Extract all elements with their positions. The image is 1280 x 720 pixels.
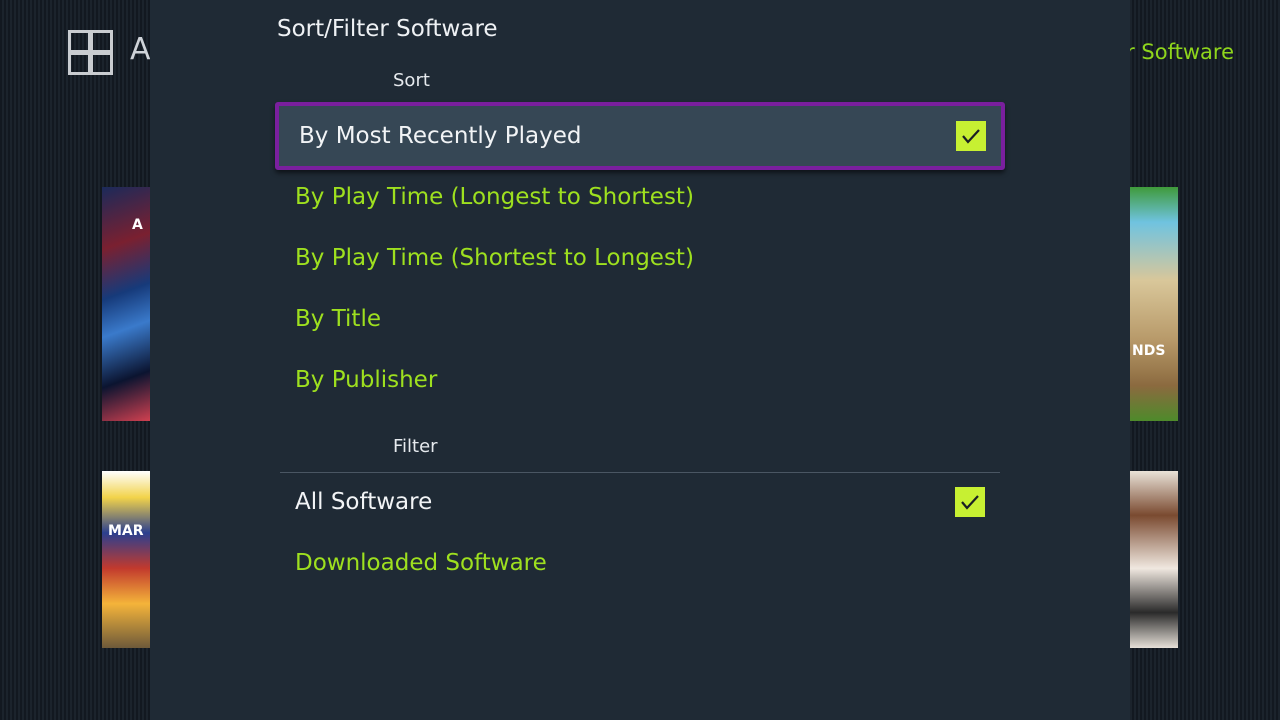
dialog-title: Sort/Filter Software xyxy=(277,16,498,42)
option-label: By Play Time (Longest to Shortest) xyxy=(295,184,694,210)
sort-option-publisher[interactable]: By Publisher xyxy=(280,350,1000,410)
game-tile-text: NDS xyxy=(1132,343,1166,359)
game-tile-right-1: NDS xyxy=(1130,187,1178,421)
all-software-grid-icon xyxy=(68,30,113,75)
sort-option-play-time-longest[interactable]: By Play Time (Longest to Shortest) xyxy=(280,167,1000,227)
game-tile-left-2: MAR xyxy=(102,471,150,648)
sort-filter-dialog: Sort/Filter Software Sort By Most Recent… xyxy=(150,0,1130,720)
sort-section-label: Sort xyxy=(393,70,430,91)
game-tile-left-1: A xyxy=(102,187,150,421)
game-tile-text: A xyxy=(132,217,143,233)
background-title: A xyxy=(130,32,151,67)
option-label: Downloaded Software xyxy=(295,550,547,576)
filter-option-downloaded-software[interactable]: Downloaded Software xyxy=(280,533,1000,593)
checkmark-icon xyxy=(956,121,986,151)
filter-section-label: Filter xyxy=(393,436,438,457)
option-label: By Publisher xyxy=(295,367,438,393)
game-tile-right-2 xyxy=(1130,471,1178,648)
game-tile-text: MAR xyxy=(108,523,144,539)
checkmark-icon xyxy=(955,487,985,517)
option-label: All Software xyxy=(295,489,433,515)
sort-option-title[interactable]: By Title xyxy=(280,289,1000,349)
option-label: By Play Time (Shortest to Longest) xyxy=(295,245,694,271)
filter-option-all-software[interactable]: All Software xyxy=(280,472,1000,532)
sort-option-most-recently-played[interactable]: By Most Recently Played xyxy=(275,102,1005,170)
option-label: By Most Recently Played xyxy=(299,123,582,149)
option-label: By Title xyxy=(295,306,381,332)
sort-option-play-time-shortest[interactable]: By Play Time (Shortest to Longest) xyxy=(280,228,1000,288)
background-sort-filter-link: r Software xyxy=(1126,40,1234,64)
